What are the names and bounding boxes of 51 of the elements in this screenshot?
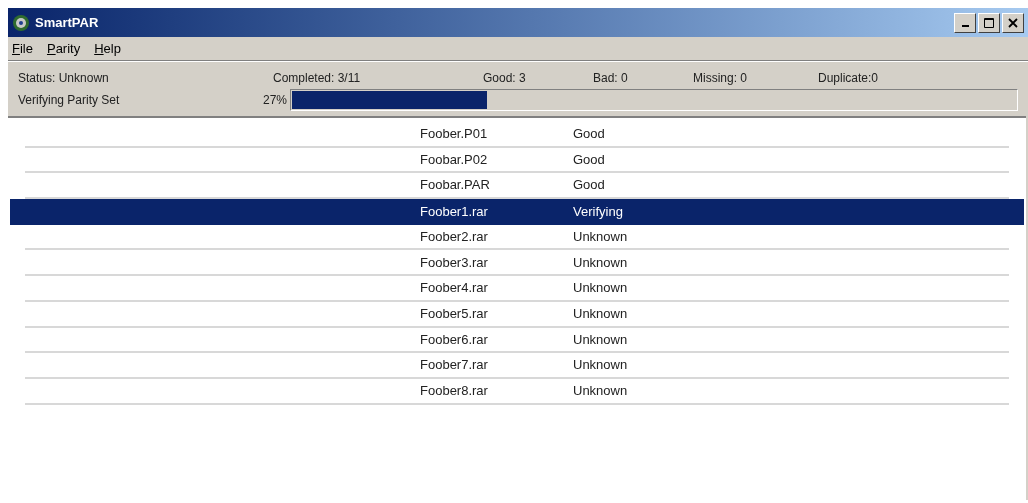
completed-count: Completed: 3/11 [273, 70, 362, 87]
app-icon [12, 13, 30, 32]
file-name: Foober5.rar [420, 304, 489, 323]
file-status: Unknown [573, 330, 628, 349]
close-button[interactable] [1002, 12, 1024, 33]
file-row[interactable]: Foober.P01 Good [25, 122, 1009, 148]
file-name: Foober8.rar [420, 381, 489, 400]
file-row[interactable]: Foober5.rar Unknown [25, 301, 1009, 328]
duplicate-count: Duplicate:0 [818, 70, 879, 87]
status-text: Status: Unknown [18, 70, 110, 87]
file-status: Unknown [573, 253, 628, 272]
file-name: Foobar.P02 [420, 150, 489, 169]
menu-item[interactable]: Parity [46, 38, 81, 59]
progress-percent: 27% [263, 92, 289, 109]
file-row[interactable]: Foober7.rar Unknown [25, 353, 1009, 379]
file-row[interactable]: Foober3.rar Unknown [25, 250, 1009, 277]
file-name: Foobar.PAR [420, 176, 491, 195]
file-status: Unknown [573, 381, 628, 400]
file-status: Good [573, 125, 605, 144]
file-row[interactable]: Foober8.rar Unknown [25, 378, 1009, 405]
minimize-icon [961, 25, 969, 27]
window-title: SmartPAR [35, 13, 99, 32]
menu-item[interactable]: Help [94, 38, 121, 59]
file-name: Foober2.rar [420, 227, 489, 246]
good-count: Good: 3 [483, 70, 527, 87]
file-status: Good [573, 150, 605, 169]
file-status: Unknown [573, 304, 628, 323]
file-row[interactable]: Foobar.P02 Good [25, 147, 1009, 174]
bad-count: Bad: 0 [593, 70, 629, 87]
maximize-button[interactable] [978, 12, 1000, 33]
file-status: Good [573, 176, 605, 195]
missing-count: Missing: 0 [693, 70, 749, 87]
file-name: Foober4.rar [420, 279, 489, 298]
maximize-icon [984, 17, 994, 28]
file-status: Unknown [573, 227, 628, 246]
file-status: Verifying [573, 203, 623, 222]
close-icon [1008, 17, 1018, 28]
file-status: Unknown [573, 356, 628, 375]
file-name: Foober6.rar [420, 330, 489, 349]
menu-item[interactable]: File [12, 38, 33, 59]
file-name: Foober1.rar [420, 203, 489, 222]
file-name: Foober7.rar [420, 356, 489, 375]
file-row[interactable]: Foober4.rar Unknown [25, 276, 1009, 302]
file-row[interactable]: Foober6.rar Unknown [25, 327, 1009, 354]
file-name: Foober3.rar [420, 253, 489, 272]
minimize-button[interactable] [954, 12, 976, 33]
file-row[interactable]: Foober2.rar Unknown [25, 224, 1009, 251]
file-name: Foober.P01 [420, 125, 489, 144]
file-row[interactable]: Foober1.rar Verifying [10, 199, 1024, 225]
file-status: Unknown [573, 279, 628, 298]
activity-text: Verifying Parity Set [18, 92, 121, 109]
